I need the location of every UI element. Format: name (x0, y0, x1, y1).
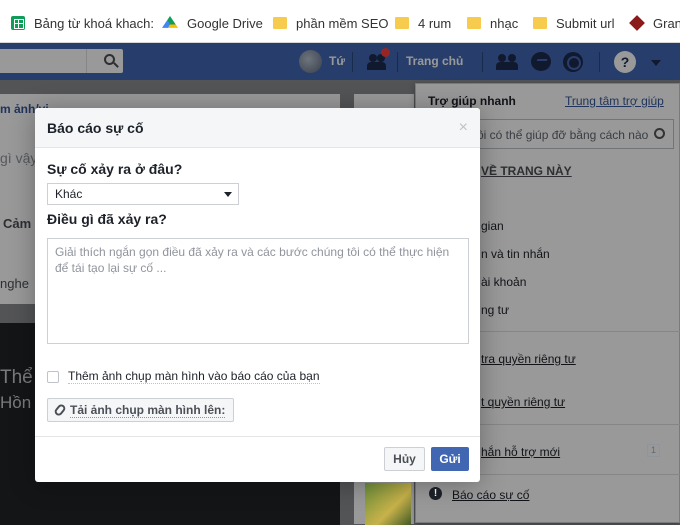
bookmark-gran[interactable]: Gran (629, 14, 680, 32)
upload-screenshot-button[interactable]: Tải ảnh chụp màn hình lên: (47, 398, 235, 422)
cancel-button[interactable]: Hủy (384, 447, 425, 471)
report-alert-icon: ! (429, 487, 442, 500)
bookmark-label: Gran (653, 15, 680, 31)
screenshot-checkbox-row[interactable]: Thêm ảnh chụp màn hình vào báo cáo của b… (47, 369, 320, 384)
drive-icon (162, 16, 178, 28)
select-value: Khác (55, 187, 83, 201)
bookmark-label: Bảng từ khoá khach: (34, 15, 155, 31)
bookmark-google-drive[interactable]: Google Drive (162, 14, 263, 32)
sheets-icon (11, 16, 25, 30)
screenshot-checkbox-label[interactable]: Thêm ảnh chụp màn hình vào báo cáo của b… (68, 369, 320, 384)
dialog-title: Báo cáo sự cố (47, 120, 144, 136)
folder-icon (467, 17, 481, 29)
report-problem-dialog: Báo cáo sự cố × Sự cố xảy ra ở đâu? Khác… (35, 108, 480, 482)
dialog-header: Báo cáo sự cố × (35, 108, 480, 148)
close-icon[interactable]: × (459, 118, 468, 138)
chevron-down-icon (224, 192, 232, 197)
dialog-footer: Hủy Gửi (35, 436, 480, 482)
story-thumbnail (365, 483, 411, 525)
upload-button-label: Tải ảnh chụp màn hình lên: (70, 402, 226, 418)
modal-overlay-header (0, 43, 680, 80)
bookmark-nhac-folder[interactable]: nhạc (467, 14, 518, 32)
bookmark-label: Google Drive (187, 15, 263, 31)
description-textarea[interactable] (47, 238, 469, 344)
bookmark-label: 4 rum (418, 15, 452, 31)
support-count-badge: 1 (647, 444, 660, 457)
bookmark-label: nhạc (490, 15, 519, 31)
bookmark-seo-folder[interactable]: phần mềm SEO (273, 14, 389, 32)
diamond-icon (629, 15, 645, 31)
what-question-label: Điều gì đã xảy ra? (47, 211, 167, 227)
location-select[interactable]: Khác (47, 183, 239, 205)
screenshot-checkbox[interactable] (47, 370, 59, 383)
folder-icon (395, 17, 409, 29)
bookmarks-bar: Bảng từ khoá khach: Google Drive phần mề… (0, 0, 680, 43)
bookmark-label: phần mềm SEO (296, 15, 389, 31)
folder-icon (533, 17, 547, 29)
folder-icon (273, 17, 287, 29)
bookmark-submit-folder[interactable]: Submit url (533, 14, 615, 32)
paperclip-icon (53, 402, 67, 418)
bookmark-sheet[interactable]: Bảng từ khoá khach: (11, 14, 154, 32)
bookmark-label: Submit url (556, 15, 615, 31)
where-question-label: Sự cố xảy ra ở đâu? (47, 161, 183, 177)
send-button[interactable]: Gửi (431, 447, 469, 471)
bookmark-4rum-folder[interactable]: 4 rum (395, 14, 451, 32)
